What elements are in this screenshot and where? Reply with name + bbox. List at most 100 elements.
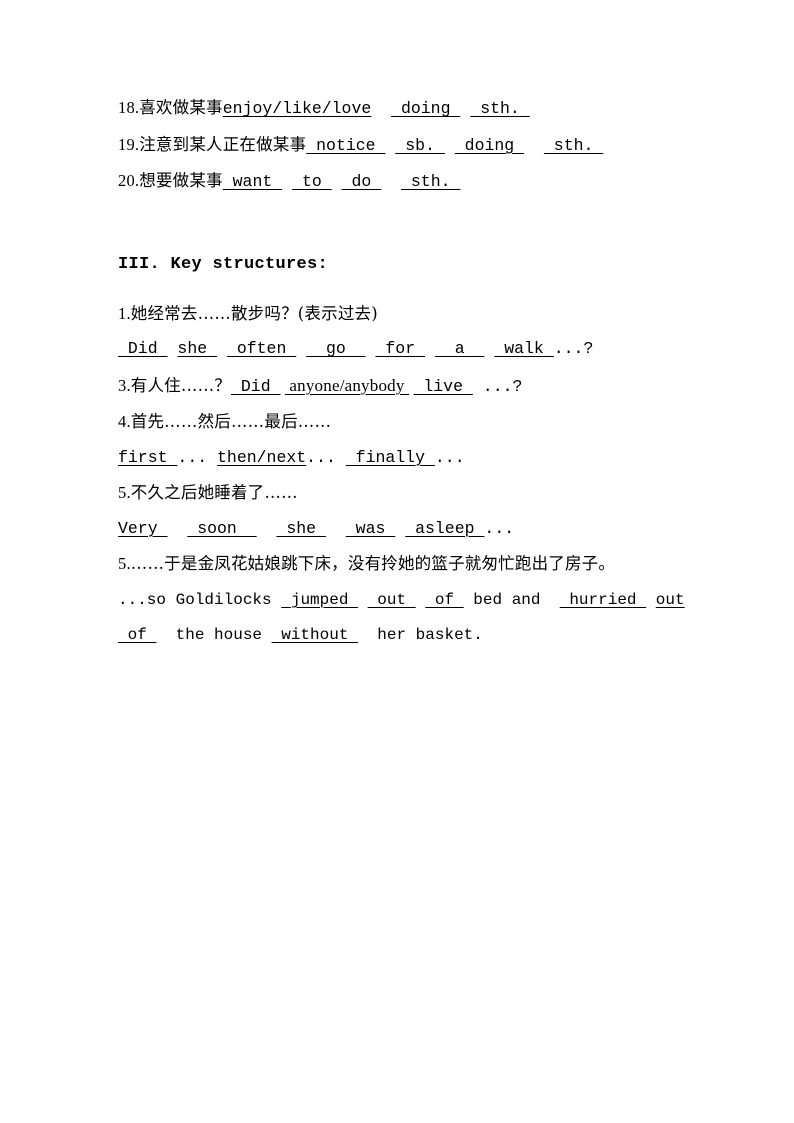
answer-blank: for (375, 339, 425, 358)
answer-gap (296, 339, 306, 358)
answer-blank: want (222, 172, 283, 191)
structure-prompt-5: 5.不久之后她睡着了…… (118, 483, 688, 502)
phrase-chinese: 想要做某事 (139, 171, 223, 190)
answer-blank: doing (454, 135, 525, 155)
phrase-chinese: 注意到某人正在做某事 (139, 134, 307, 154)
answer-blank: of (425, 590, 464, 609)
structure-number: 5. (118, 554, 131, 573)
answer-blank: out (655, 590, 685, 609)
answer-blank: Did (118, 339, 168, 358)
answer-text: her basket. (358, 625, 483, 644)
structure-chinese: 她经常去……散步吗？(表示过去) (130, 303, 378, 323)
structure-chinese: 首先……然后……最后…… (130, 412, 332, 431)
answer-gap (371, 99, 391, 118)
answer-gap (646, 591, 656, 609)
answer-blank: soon (187, 518, 257, 538)
answer-gap: ... (306, 447, 346, 467)
structure-answer-1: Did she often go for a walk ...? (118, 339, 688, 358)
answer-tail: ... (484, 518, 515, 538)
answer-gap (326, 519, 346, 538)
answer-gap (282, 172, 292, 191)
answer-blank: then/next (217, 447, 307, 467)
answer-gap (168, 519, 188, 538)
answer-gap (445, 136, 455, 155)
structure-chinese: 有人住……？ (130, 375, 231, 395)
answer-text: bed and (463, 590, 551, 609)
answer-gap (217, 339, 227, 358)
structure-chinese: 不久之后她睡着了…… (130, 483, 298, 502)
answer-blank: hurried (559, 590, 647, 609)
answer-blank: sth. (401, 172, 461, 191)
structure-chinese: ……于是金凤花姑娘跳下床，没有拎她的篮子就匆忙跑出了房子。 (130, 554, 616, 573)
structure-number: 5. (118, 483, 131, 502)
structure-answer-final-line-1: ...so Goldilocks jumped out of bed and h… (118, 592, 688, 608)
answer-gap (395, 519, 405, 538)
document-page: 18.喜欢做某事enjoy/like/love doing sth. 19.注意… (0, 0, 794, 1123)
answer-gap (385, 136, 395, 155)
answer-blank: doing (391, 99, 461, 118)
phrase-answer: notice sb. doing sth. (306, 136, 603, 155)
phrase-item-18: 18.喜欢做某事enjoy/like/love doing sth. (118, 98, 688, 118)
answer-blank: a (434, 339, 485, 358)
answer-blank: sth. (470, 99, 530, 118)
answer-gap (484, 339, 494, 358)
answer-blank: first (118, 447, 178, 467)
answer-blank: go (306, 339, 366, 358)
answer-blank: live (413, 376, 473, 396)
phrase-number: 19. (118, 134, 140, 154)
answer-blank: was (345, 518, 396, 538)
structure-number: 4. (118, 412, 131, 431)
answer-blank: walk (494, 339, 554, 358)
answer-blank: of (118, 625, 157, 644)
phrase-answer: want to do sth. (223, 172, 461, 191)
structure-prompt-4: 4.首先……然后……最后…… (118, 412, 688, 431)
answer-tail: ... (434, 447, 465, 467)
answer-blank: jumped (281, 590, 359, 609)
phrase-number: 18. (118, 98, 140, 117)
structure-number: 1. (118, 303, 131, 323)
answer-gap (416, 591, 426, 609)
answer-text: ...so Goldilocks (118, 590, 282, 609)
answer-gap (460, 99, 470, 118)
answer-blank: finally (345, 447, 435, 467)
answer-gap (550, 591, 560, 609)
section-heading-key-structures: III. Key structures: (118, 254, 329, 274)
answer-gap (381, 172, 401, 191)
answer-gap (366, 339, 376, 358)
answer-tail: ...? (553, 339, 594, 358)
structure-number: 3. (118, 375, 131, 395)
answer-blank: often (226, 339, 297, 358)
answer-tail: ...? (472, 376, 523, 396)
structure-answer-4: first ... then/next... finally ... (118, 447, 688, 467)
answer-blank: sth. (543, 135, 604, 155)
structure-prompt-3: 3.有人住……？ Did anyone/anybody live ...? (118, 377, 688, 396)
answer-text: the house (156, 625, 272, 644)
phrase-answer: enjoy/like/love doing sth. (223, 99, 530, 118)
answer-gap (425, 339, 435, 358)
answer-blank: to (292, 172, 332, 191)
structure-answer-3: Did anyone/anybody live ...? (231, 375, 523, 396)
structure-prompt-final: 5.……于是金凤花姑娘跳下床，没有拎她的篮子就匆忙跑出了房子。 (118, 554, 688, 573)
answer-blank: anyone/anybody (284, 375, 410, 395)
answer-gap (524, 136, 544, 155)
phrase-item-20: 20.想要做某事 want to do sth. (118, 171, 688, 191)
answer-blank: Very (118, 518, 168, 538)
structure-prompt-1: 1.她经常去……散步吗？(表示过去) (118, 303, 688, 323)
answer-blank: without (271, 625, 359, 644)
answer-blank: she (276, 518, 326, 538)
answer-gap (358, 591, 368, 609)
answer-blank: do (341, 172, 382, 191)
phrase-number: 20. (118, 171, 140, 190)
answer-blank: sb. (395, 135, 445, 155)
answer-blank: enjoy/like/love (222, 99, 372, 118)
answer-gap (257, 519, 277, 538)
answer-gap (332, 172, 342, 191)
structure-answer-5: Very soon she was asleep ... (118, 518, 688, 538)
answer-gap: ... (177, 447, 218, 467)
answer-blank: out (367, 590, 416, 609)
answer-blank: notice (306, 135, 386, 155)
answer-blank: she (177, 339, 218, 358)
structure-answer-final-line-2: of the house without her basket. (118, 627, 688, 643)
answer-blank: asleep (405, 518, 485, 538)
